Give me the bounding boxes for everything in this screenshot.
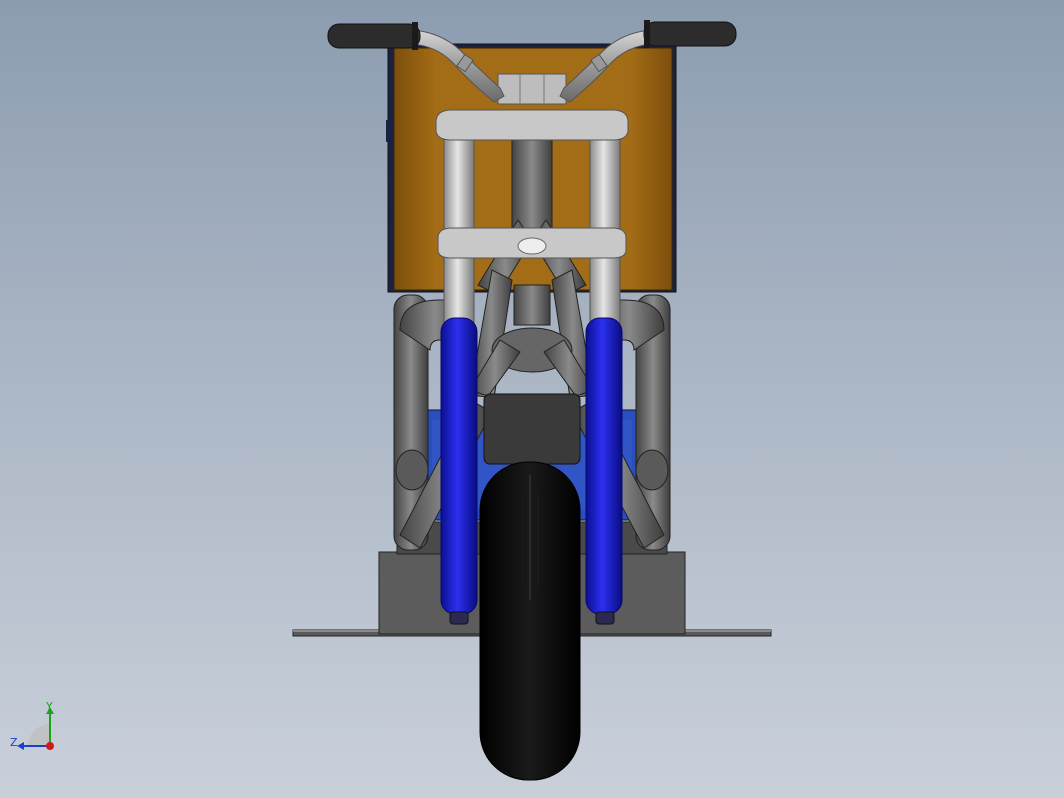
grip-left[interactable] [327,22,421,50]
z-axis-label: Z [10,736,18,749]
front-fork-left[interactable] [440,127,478,625]
y-axis-label: Y [45,700,53,713]
front-fork-right[interactable] [585,127,623,625]
front-tire[interactable] [479,461,581,781]
z-arrow-icon [17,742,24,750]
front-fender[interactable] [483,393,581,465]
axis-triad: Y Z [10,700,54,750]
motorcycle-model[interactable] [0,0,1064,798]
grip-right[interactable] [643,20,737,48]
lower-triple-clamp[interactable] [437,227,627,259]
triad-base-icon [28,724,50,746]
x-axis-icon [46,742,54,750]
graphics-viewport[interactable]: Y Z [0,0,1064,798]
